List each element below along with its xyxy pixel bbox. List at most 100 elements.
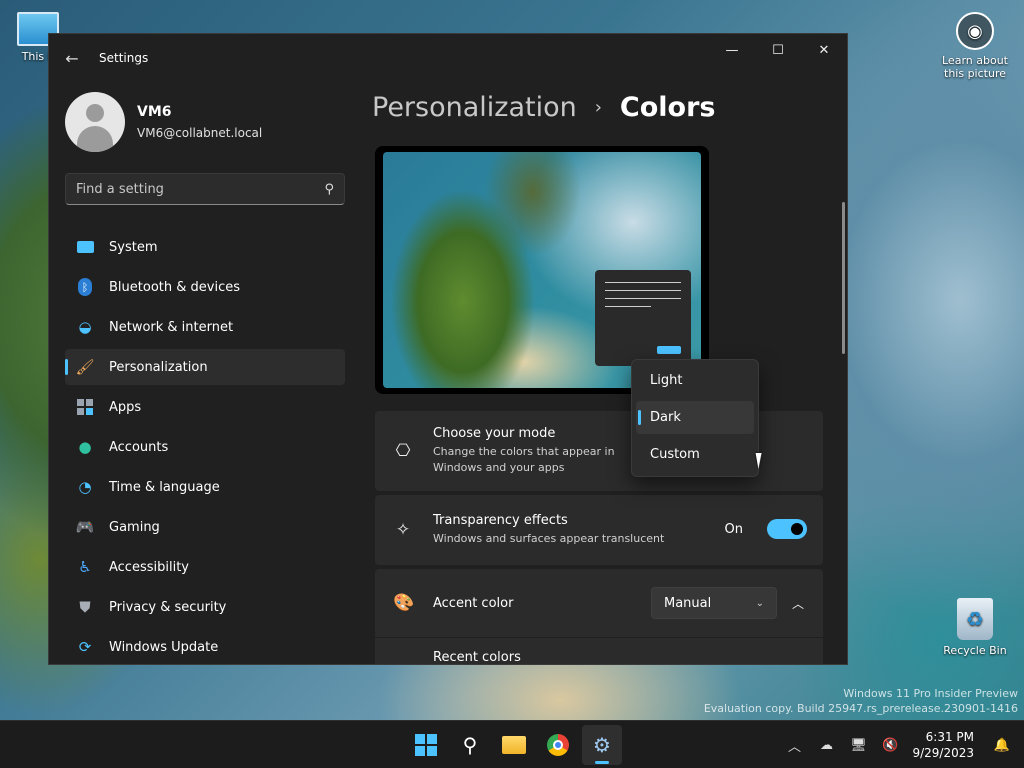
back-button[interactable]: ← xyxy=(49,34,95,82)
sidebar-item-bluetooth[interactable]: ᛒ Bluetooth & devices xyxy=(65,269,345,305)
sidebar-item-privacy[interactable]: ⛊ Privacy & security xyxy=(65,589,345,625)
chrome-icon xyxy=(547,734,569,756)
mode-description: Change the colors that appear in Windows… xyxy=(433,445,615,474)
desktop-icon-recycle-bin[interactable]: ♻ Recycle Bin xyxy=(939,598,1011,657)
close-button[interactable]: ✕ xyxy=(801,34,847,66)
sidebar-item-label: Bluetooth & devices xyxy=(109,279,240,295)
theme-preview xyxy=(375,146,709,394)
breadcrumb-parent[interactable]: Personalization xyxy=(372,92,577,123)
mode-option-light[interactable]: Light xyxy=(636,364,754,397)
notification-bell-icon[interactable]: 🔔 xyxy=(986,738,1018,753)
chevron-down-icon: ⌄ xyxy=(755,597,764,609)
transparency-title: Transparency effects xyxy=(433,513,568,528)
maximize-button[interactable]: ☐ xyxy=(755,34,801,66)
sidebar-item-apps[interactable]: Apps xyxy=(65,389,345,425)
window-title: Settings xyxy=(99,51,149,65)
accessibility-icon: ♿ xyxy=(78,558,92,576)
sidebar-item-personalization[interactable]: 🖌 Personalization xyxy=(65,349,345,385)
accent-dropdown-value: Manual xyxy=(664,595,712,611)
profile-name: VM6 xyxy=(137,104,172,120)
sidebar-item-system[interactable]: System xyxy=(65,229,345,265)
file-explorer-button[interactable] xyxy=(494,725,534,765)
transparency-toggle[interactable] xyxy=(767,519,807,539)
windows-logo-icon xyxy=(415,734,437,756)
start-button[interactable] xyxy=(406,725,446,765)
breadcrumb: Personalization › Colors xyxy=(372,92,715,123)
onedrive-icon[interactable]: ☁ xyxy=(810,738,842,753)
mode-option-custom[interactable]: Custom xyxy=(636,438,754,471)
accent-title: Accent color xyxy=(433,595,514,611)
nav-list: System ᛒ Bluetooth & devices ◒ Network &… xyxy=(49,229,359,664)
network-icon[interactable]: 🖥 xyxy=(842,738,874,753)
transparency-toggle-group: On xyxy=(725,519,807,539)
accent-collapse-button[interactable]: ︿ xyxy=(787,589,809,617)
sidebar-item-label: Accessibility xyxy=(109,559,189,575)
page-title: Colors xyxy=(619,92,716,123)
transparency-card: ✧ Transparency effects Windows and surfa… xyxy=(375,495,823,565)
taskbar-apps: ⚲ ⚙ xyxy=(404,721,624,768)
mouse-cursor-icon xyxy=(755,453,771,469)
arrow-left-icon: ← xyxy=(65,48,79,68)
clock-time: 6:31 PM xyxy=(925,730,974,744)
sidebar-item-label: Apps xyxy=(109,399,142,415)
sidebar-item-accounts[interactable]: ● Accounts xyxy=(65,429,345,465)
apps-icon xyxy=(75,397,95,417)
preview-sample-button xyxy=(657,346,681,354)
sidebar-item-label: Personalization xyxy=(109,359,208,375)
shield-icon: ⛊ xyxy=(79,598,91,616)
sidebar-item-label: System xyxy=(109,239,158,255)
sidebar-item-label: Privacy & security xyxy=(109,599,227,615)
system-tray: ︿ ☁ 🖥 🔇 6:31 PM 9/29/2023 🔔 xyxy=(778,721,1024,768)
transparency-description: Windows and surfaces appear translucent xyxy=(433,532,665,545)
sidebar-item-accessibility[interactable]: ♿ Accessibility xyxy=(65,549,345,585)
taskbar-search-button[interactable]: ⚲ xyxy=(450,725,490,765)
volume-muted-icon[interactable]: 🔇 xyxy=(874,738,906,753)
preview-wallpaper xyxy=(383,152,701,388)
clock-date: 9/29/2023 xyxy=(912,746,974,760)
search-box[interactable]: ⚲ xyxy=(65,173,345,205)
sidebar-item-label: Time & language xyxy=(109,479,220,495)
sidebar-item-time-language[interactable]: ◔ Time & language xyxy=(65,469,345,505)
sidebar-item-label: Accounts xyxy=(109,439,169,455)
main-content: Personalization › Colors ⎔ Choose your m… xyxy=(372,82,847,665)
chevron-up-icon[interactable]: ︿ xyxy=(778,736,810,755)
brush-stroke-icon: ⎔ xyxy=(395,441,411,461)
minimize-button[interactable]: — xyxy=(709,34,755,66)
search-icon[interactable]: ⚲ xyxy=(324,182,334,197)
clock[interactable]: 6:31 PM 9/29/2023 xyxy=(912,729,974,761)
toggle-state-label: On xyxy=(724,521,743,537)
sidebar: VM6 VM6@collabnet.local ⚲ System ᛒ Bluet… xyxy=(49,82,359,664)
chevron-up-icon: ︿ xyxy=(791,596,804,611)
recycle-bin-label: Recycle Bin xyxy=(943,644,1007,657)
scrollbar[interactable] xyxy=(842,202,845,354)
palette-icon: 🎨 xyxy=(393,593,415,613)
sidebar-item-network[interactable]: ◒ Network & internet xyxy=(65,309,345,345)
update-icon: ⟳ xyxy=(78,638,92,656)
recent-colors-label: Recent colors xyxy=(433,650,521,665)
folder-icon xyxy=(502,736,526,754)
search-input[interactable] xyxy=(76,181,325,197)
accent-dropdown[interactable]: Manual ⌄ xyxy=(651,587,777,619)
person-icon: ● xyxy=(78,438,92,456)
sidebar-item-windows-update[interactable]: ⟳ Windows Update xyxy=(65,629,345,664)
learn-picture-label: Learn about this picture xyxy=(942,54,1008,80)
mode-title: Choose your mode xyxy=(433,426,556,441)
user-profile[interactable]: VM6 VM6@collabnet.local xyxy=(49,82,359,162)
bluetooth-icon: ᛒ xyxy=(75,277,95,297)
watermark-line1: Windows 11 Pro Insider Preview xyxy=(843,687,1018,700)
recycle-bin-icon: ♻ xyxy=(957,598,993,640)
chrome-button[interactable] xyxy=(538,725,578,765)
window-controls: — ☐ ✕ xyxy=(709,34,847,66)
settings-window: ← Settings — ☐ ✕ VM6 VM6@collabnet.local… xyxy=(48,33,848,665)
desktop-icon-learn-picture[interactable]: ◉ Learn about this picture xyxy=(938,12,1012,80)
sidebar-item-label: Windows Update xyxy=(109,639,219,655)
mode-dropdown-menu: Light Dark Custom xyxy=(631,359,759,477)
sidebar-item-gaming[interactable]: 🎮 Gaming xyxy=(65,509,345,545)
mode-option-dark[interactable]: Dark xyxy=(636,401,754,434)
os-watermark: Windows 11 Pro Insider Preview Evaluatio… xyxy=(704,686,1018,716)
title-bar[interactable]: ← Settings — ☐ ✕ xyxy=(49,34,847,82)
sidebar-item-label: Network & internet xyxy=(109,319,234,335)
sparkle-icon: ✧ xyxy=(395,520,411,540)
settings-taskbar-button[interactable]: ⚙ xyxy=(582,725,622,765)
gear-icon: ⚙ xyxy=(593,733,611,757)
